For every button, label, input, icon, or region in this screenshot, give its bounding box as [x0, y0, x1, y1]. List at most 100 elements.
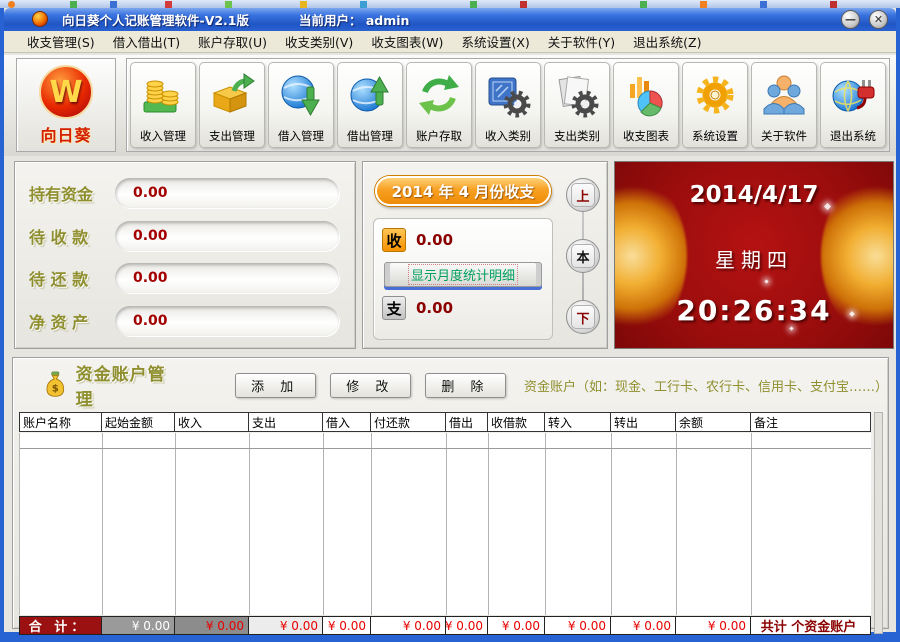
- total-repayment-paid: ¥ 0.00: [371, 616, 446, 635]
- title-bar[interactable]: 向日葵个人记账管理软件-V2.1版 当前用户： admin — ✕: [4, 8, 896, 31]
- body-column: [447, 433, 489, 615]
- settings-button[interactable]: 系统设置: [682, 62, 748, 148]
- toolbar-button-label: 关于软件: [761, 128, 807, 144]
- total-transfer-out: ¥ 0.00: [611, 616, 676, 635]
- month-income-value: 0.00: [416, 231, 453, 249]
- table-scrollbar[interactable]: [874, 412, 883, 634]
- receivable-value: 0.00: [133, 228, 168, 244]
- menu-charts[interactable]: 收支图表(W): [362, 30, 452, 53]
- payable-value: 0.00: [133, 270, 168, 286]
- holding-funds-label: 持有资金: [29, 181, 115, 205]
- accounts-header: $ 资金账户管理 添 加 修 改 删 除 资金账户（如：现金、工行卡、农行卡、信…: [13, 364, 888, 406]
- borrow-in-manage-button[interactable]: 借入管理: [268, 62, 334, 148]
- column-header-income[interactable]: 收入: [175, 412, 249, 432]
- column-header-borrow-in[interactable]: 借入: [323, 412, 371, 432]
- accounts-panel: $ 资金账户管理 添 加 修 改 删 除 资金账户（如：现金、工行卡、农行卡、信…: [12, 357, 889, 629]
- income-manage-button[interactable]: 收入管理: [130, 62, 196, 148]
- app-logo-icon: [32, 11, 48, 27]
- clock-date: 2014/4/17: [615, 182, 893, 208]
- toolbar-button-label: 系统设置: [692, 128, 738, 144]
- clock-time: 20:26:34: [615, 294, 893, 327]
- column-header-initial-amount[interactable]: 起始金额: [102, 412, 175, 432]
- toolbar: W 向日葵 收入管理: [4, 55, 896, 156]
- toolbar-button-label: 支出类别: [554, 128, 600, 144]
- menu-account-access[interactable]: 账户存取(U): [189, 30, 276, 53]
- edit-account-button[interactable]: 修 改: [330, 373, 411, 398]
- column-header-repayment-paid[interactable]: 付还款: [371, 412, 446, 432]
- column-header-transfer-out[interactable]: 转出: [611, 412, 676, 432]
- charts-button[interactable]: 收支图表: [613, 62, 679, 148]
- column-header-expense[interactable]: 支出: [249, 412, 323, 432]
- menu-borrow-lend[interactable]: 借入借出(T): [104, 30, 189, 53]
- lend-out-manage-button[interactable]: 借出管理: [337, 62, 403, 148]
- receivable-field: 0.00: [115, 221, 339, 251]
- column-header-lend-out[interactable]: 借出: [446, 412, 488, 432]
- logo-letter: W: [49, 75, 82, 110]
- prev-month-button[interactable]: 上: [566, 178, 600, 212]
- income-category-button[interactable]: 收入类别: [475, 62, 541, 148]
- toolbar-button-label: 账户存取: [416, 128, 462, 144]
- menu-about[interactable]: 关于软件(Y): [539, 30, 624, 53]
- toolbar-button-label: 借出管理: [347, 128, 393, 144]
- background-icon: [110, 1, 117, 8]
- desktop: 向日葵个人记账管理软件-V2.1版 当前用户： admin — ✕ 收支管理(S…: [0, 0, 900, 642]
- body-column: [489, 433, 546, 615]
- totals-label: 合 计：: [19, 616, 102, 635]
- add-account-button[interactable]: 添 加: [235, 373, 316, 398]
- current-month-label: 本: [571, 244, 595, 268]
- account-access-button[interactable]: 账户存取: [406, 62, 472, 148]
- holding-funds-field: 0.00: [115, 178, 339, 208]
- net-assets-label: 净 资 产: [29, 309, 115, 333]
- body-column: [546, 433, 612, 615]
- total-loan-collected: ¥ 0.00: [488, 616, 545, 635]
- menu-exit[interactable]: 退出系统(Z): [624, 30, 710, 53]
- show-month-detail-button[interactable]: 显示月度统计明细: [384, 262, 542, 287]
- about-button[interactable]: 关于软件: [751, 62, 817, 148]
- holding-funds-value: 0.00: [133, 185, 168, 201]
- people-icon: [760, 71, 808, 128]
- body-column: [176, 433, 250, 615]
- money-bag-icon: $: [41, 367, 70, 403]
- accounts-section: $ 资金账户管理 添 加 修 改 删 除 资金账户（如：现金、工行卡、农行卡、信…: [4, 355, 896, 631]
- exit-button[interactable]: 退出系统: [820, 62, 886, 148]
- menu-income-expense[interactable]: 收支管理(S): [18, 30, 104, 53]
- body-column: [752, 433, 871, 615]
- total-income: ¥ 0.00: [175, 616, 249, 635]
- delete-account-button[interactable]: 删 除: [425, 373, 506, 398]
- accounts-table-footer: 合 计： ¥ 0.00 ¥ 0.00 ¥ 0.00 ¥ 0.00 ¥ 0.00 …: [19, 616, 871, 635]
- background-icon: [70, 1, 77, 8]
- account-count-note: 共计 个资金账户: [751, 616, 871, 635]
- body-column: [20, 433, 103, 615]
- background-icon: [225, 1, 232, 8]
- column-header-account-name[interactable]: 账户名称: [19, 412, 102, 432]
- menu-categories[interactable]: 收支类别(V): [276, 30, 362, 53]
- accounts-title: 资金账户管理: [76, 360, 167, 410]
- income-badge: 收: [382, 228, 406, 252]
- holding-funds-row: 持有资金 0.00: [29, 176, 339, 210]
- app-brand-panel: W 向日葵: [16, 58, 116, 152]
- month-expense-value: 0.00: [416, 299, 453, 317]
- expense-badge: 支: [382, 296, 406, 320]
- expense-category-button[interactable]: 支出类别: [544, 62, 610, 148]
- background-icon: [520, 1, 527, 8]
- toolbar-button-label: 收支图表: [623, 128, 669, 144]
- show-month-detail-label: 显示月度统计明细: [409, 265, 517, 284]
- next-month-button[interactable]: 下: [566, 300, 600, 334]
- next-month-label: 下: [571, 305, 595, 329]
- app-window: 向日葵个人记账管理软件-V2.1版 当前用户： admin — ✕ 收支管理(S…: [0, 8, 900, 642]
- total-initial-amount: ¥ 0.00: [102, 616, 175, 635]
- accounts-table-body: [19, 433, 871, 615]
- column-header-transfer-in[interactable]: 转入: [545, 412, 611, 432]
- column-header-balance[interactable]: 余额: [676, 412, 751, 432]
- expense-manage-button[interactable]: 支出管理: [199, 62, 265, 148]
- column-header-loan-collected[interactable]: 收借款: [488, 412, 545, 432]
- month-nav: 上 本 下: [561, 172, 605, 340]
- cycle-arrows-icon: [415, 71, 463, 128]
- current-month-button[interactable]: 本: [566, 239, 600, 273]
- column-header-remark[interactable]: 备注: [751, 412, 871, 432]
- coins-icon: [139, 71, 187, 128]
- minimize-button[interactable]: —: [841, 10, 860, 29]
- close-button[interactable]: ✕: [869, 10, 888, 29]
- menu-settings[interactable]: 系统设置(X): [452, 30, 538, 53]
- paper-gear-icon: [553, 71, 601, 128]
